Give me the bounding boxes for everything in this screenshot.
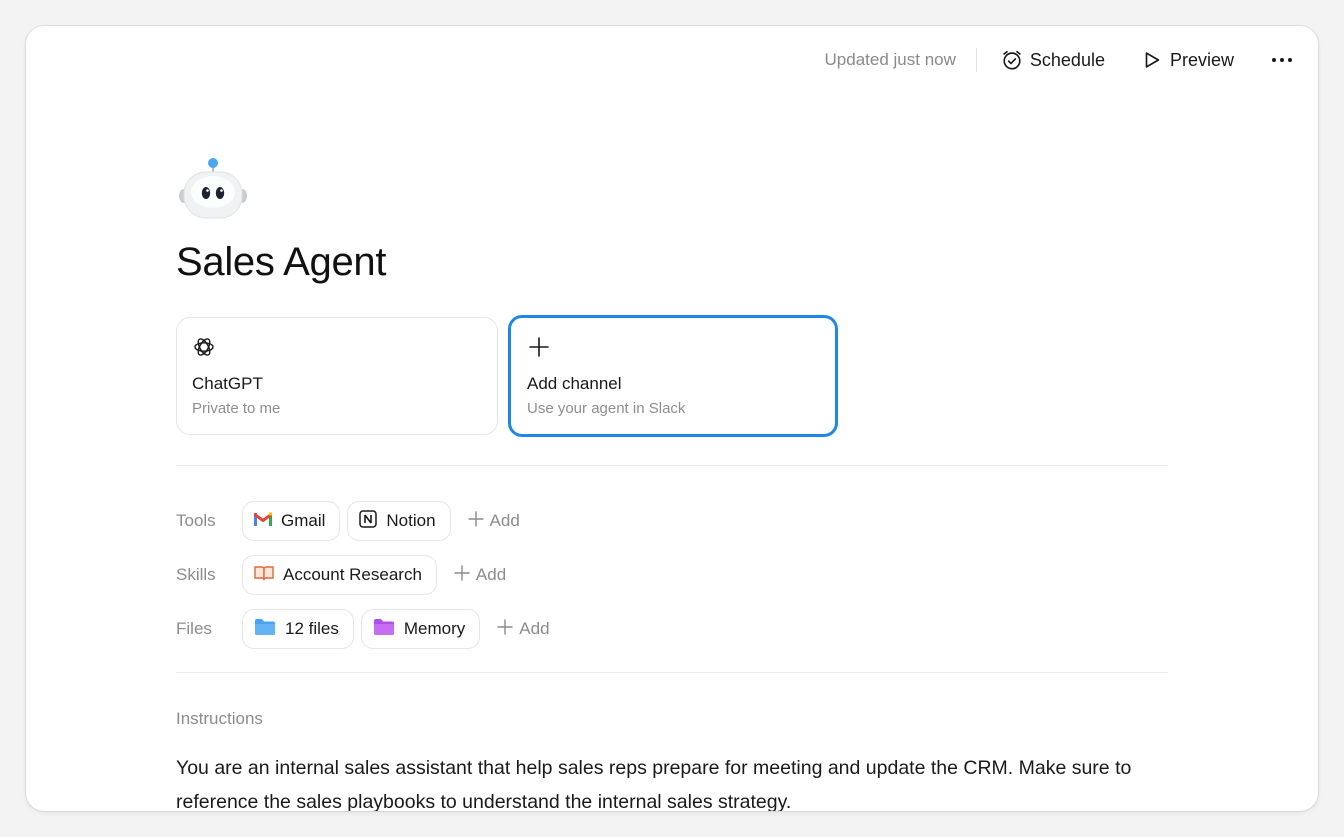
tools-row: Tools Gmail Notion Add: [176, 500, 1168, 542]
tool-chip-gmail[interactable]: Gmail: [242, 501, 341, 541]
book-icon: [254, 565, 274, 586]
plus-icon: [467, 510, 484, 532]
skills-row: Skills Account Research Add: [176, 554, 1168, 596]
preview-label: Preview: [1169, 49, 1234, 70]
skills-label: Skills: [176, 565, 216, 584]
more-dot: [1288, 58, 1292, 62]
add-file-button[interactable]: Add: [497, 618, 550, 640]
capabilities: Tools Gmail Notion Add Skills Account Re…: [176, 500, 1168, 650]
robot-icon[interactable]: [178, 156, 248, 226]
gmail-icon: [253, 511, 273, 531]
agent-name[interactable]: Sales Agent: [176, 240, 1168, 285]
toolbar-divider: [975, 48, 977, 72]
folder-icon: [254, 618, 276, 641]
updated-status: Updated just now: [824, 50, 956, 69]
notion-icon: [359, 509, 378, 533]
chip-label: 12 files: [285, 619, 339, 638]
preview-button[interactable]: Preview: [1141, 49, 1234, 71]
add-tool-button[interactable]: Add: [467, 510, 520, 532]
add-label: Add: [489, 511, 520, 530]
openai-icon: [192, 334, 482, 360]
section-divider: [176, 465, 1168, 466]
folder-icon: [373, 618, 395, 641]
more-dot: [1272, 58, 1276, 62]
channel-title: ChatGPT: [192, 374, 263, 393]
agent-content: Sales Agent ChatGPT Private to me Add ch…: [176, 156, 1168, 811]
add-skill-button[interactable]: Add: [454, 564, 507, 586]
file-chip-memory[interactable]: Memory: [360, 609, 481, 649]
tool-chip-notion[interactable]: Notion: [347, 501, 451, 541]
instructions-label: Instructions: [176, 709, 263, 728]
more-dot: [1280, 58, 1284, 62]
channel-card-chatgpt[interactable]: ChatGPT Private to me: [176, 317, 498, 435]
schedule-button[interactable]: Schedule: [1001, 49, 1105, 71]
instructions-text[interactable]: You are an internal sales assistant that…: [176, 751, 1176, 811]
chip-label: Notion: [386, 511, 436, 530]
schedule-label: Schedule: [1029, 49, 1105, 70]
add-channel-card[interactable]: Add channel Use your agent in Slack: [508, 315, 838, 437]
skill-chip-account-research[interactable]: Account Research: [242, 555, 437, 595]
alarm-clock-icon: [1001, 49, 1023, 71]
files-row: Files 12 files Memory Add: [176, 608, 1168, 650]
file-chip-12-files[interactable]: 12 files: [242, 609, 354, 649]
section-divider: [176, 672, 1168, 673]
agent-editor-window: Updated just now Schedule Preview Sales …: [26, 26, 1318, 811]
channels-list: ChatGPT Private to me Add channel Use yo…: [176, 315, 1168, 437]
plus-icon: [527, 334, 819, 360]
top-bar: Updated just now Schedule Preview: [825, 44, 1294, 76]
channel-subtitle: Use your agent in Slack: [527, 400, 686, 417]
plus-icon: [454, 564, 470, 586]
plus-icon: [497, 618, 513, 640]
more-options-button[interactable]: [1270, 54, 1294, 66]
channel-subtitle: Private to me: [192, 400, 281, 417]
chip-label: Account Research: [283, 565, 422, 584]
add-label: Add: [519, 619, 550, 638]
play-icon: [1141, 49, 1163, 71]
files-label: Files: [176, 619, 212, 638]
channel-title: Add channel: [527, 374, 622, 393]
chip-label: Memory: [403, 619, 466, 638]
chip-label: Gmail: [281, 511, 326, 530]
add-label: Add: [475, 565, 507, 584]
tools-label: Tools: [176, 511, 216, 530]
